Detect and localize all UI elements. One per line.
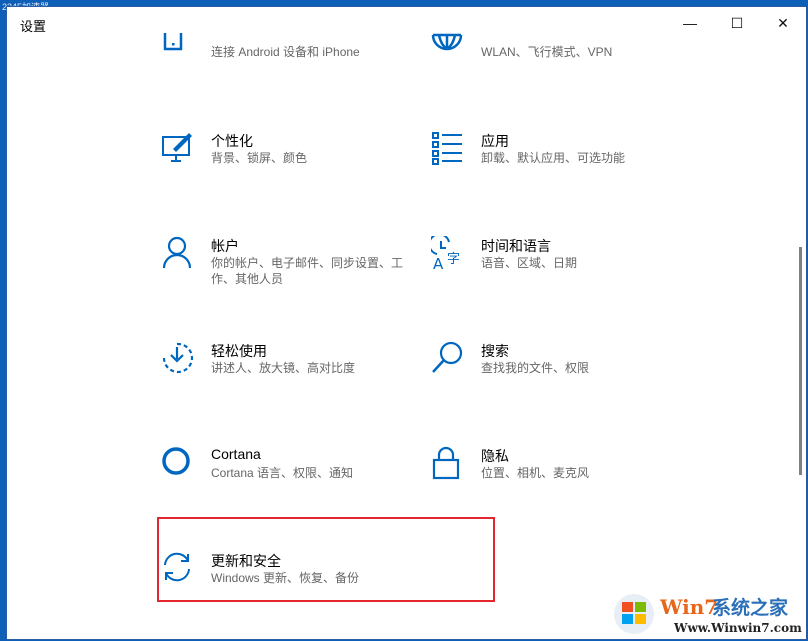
settings-item-ease-of-access[interactable]: 轻松使用 讲述人、放大镜、高对比度 xyxy=(161,341,461,401)
settings-item-personalization[interactable]: 个性化 背景、锁屏、颜色 xyxy=(161,131,461,191)
watermark-logo: Win7 系统之家 Www.Winwin7.com xyxy=(610,588,806,638)
settings-window: 设置 — ☐ ✕ 连接 Android 设备和 iPhone WLAN、飞行模式… xyxy=(6,6,807,640)
window-title: 设置 xyxy=(20,16,46,35)
svg-text:字: 字 xyxy=(447,252,460,267)
settings-item-phone[interactable]: 连接 Android 设备和 iPhone xyxy=(161,21,461,81)
svg-text:A: A xyxy=(433,255,444,270)
svg-text:Win7: Win7 xyxy=(659,595,718,619)
settings-item-cortana[interactable]: Cortana Cortana 语言、权限、通知 xyxy=(161,446,461,506)
svg-text:系统之家: 系统之家 xyxy=(712,596,789,619)
apps-icon xyxy=(431,131,465,165)
settings-item-network[interactable]: WLAN、飞行模式、VPN xyxy=(431,21,731,81)
settings-item-privacy[interactable]: 隐私 位置、相机、麦克风 xyxy=(431,446,731,506)
ease-of-access-icon xyxy=(161,341,195,375)
person-icon xyxy=(161,236,195,270)
scrollbar[interactable] xyxy=(799,247,802,475)
globe-icon xyxy=(431,31,465,65)
lock-icon xyxy=(431,446,465,480)
personalization-icon xyxy=(161,131,195,165)
search-icon xyxy=(431,341,465,375)
settings-item-accounts[interactable]: 帐户 你的帐户、电子邮件、同步设置、工作、其他人员 xyxy=(161,236,461,296)
phone-icon xyxy=(161,33,195,67)
close-button[interactable]: ✕ xyxy=(760,7,806,39)
settings-item-search[interactable]: 搜索 查找我的文件、权限 xyxy=(431,341,731,401)
cortana-icon xyxy=(161,446,195,480)
svg-text:Www.Winwin7.com: Www.Winwin7.com xyxy=(673,621,802,635)
settings-item-apps[interactable]: 应用 卸载、默认应用、可选功能 xyxy=(431,131,731,191)
highlight-box xyxy=(157,517,495,602)
settings-item-time-language[interactable]: A字 时间和语言 语音、区域、日期 xyxy=(431,236,731,296)
time-language-icon: A字 xyxy=(431,236,465,270)
